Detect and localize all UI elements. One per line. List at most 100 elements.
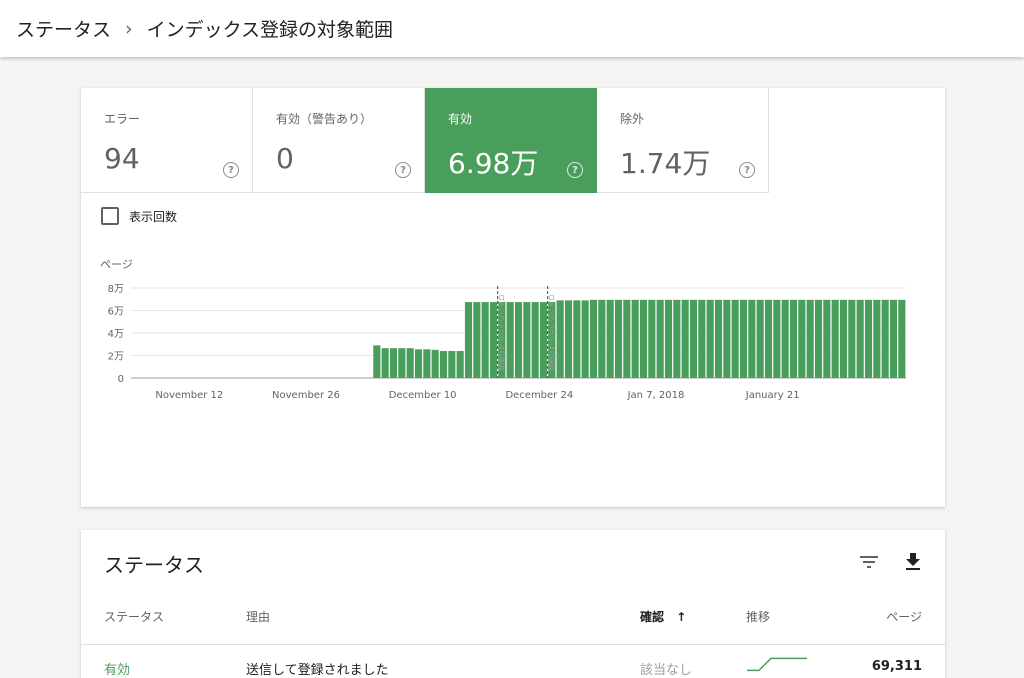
chart-bar[interactable]	[631, 299, 639, 378]
chart-bar[interactable]	[739, 299, 748, 378]
tile-label: エラー	[104, 112, 141, 126]
chart-bar[interactable]	[723, 299, 731, 378]
help-icon[interactable]: ?	[395, 162, 411, 178]
chart-bar[interactable]	[864, 299, 873, 378]
chart-bar[interactable]	[781, 299, 789, 378]
chart-bar[interactable]	[898, 299, 906, 378]
chart-bar[interactable]	[606, 299, 614, 378]
tile-excluded[interactable]: 除外 1.74万 ?	[597, 88, 769, 193]
x-tick-label: November 26	[272, 390, 340, 401]
chart-bar[interactable]	[414, 349, 423, 378]
filter-icon[interactable]	[857, 550, 881, 574]
chart-bar[interactable]	[423, 349, 431, 378]
sparkline-line	[747, 657, 807, 672]
chart-bar[interactable]	[714, 299, 723, 378]
chart-bar[interactable]	[681, 299, 689, 378]
chart-bar[interactable]	[523, 302, 531, 378]
help-icon[interactable]: ?	[739, 162, 755, 178]
chart-bar[interactable]	[698, 299, 706, 378]
impressions-label: 表示回数	[129, 209, 178, 224]
impressions-toggle[interactable]: 表示回数	[101, 207, 177, 225]
chart-bar[interactable]	[448, 351, 456, 378]
chart-bar[interactable]	[856, 299, 864, 378]
chart-bar[interactable]	[806, 299, 814, 378]
col-header-reason[interactable]: 理由	[246, 608, 270, 625]
chart-bar[interactable]	[639, 299, 648, 378]
col-header-trend[interactable]: 推移	[746, 608, 770, 625]
x-tick-label: December 10	[389, 390, 457, 401]
chart-bar[interactable]	[489, 302, 498, 378]
row-trend-sparkline	[747, 657, 807, 672]
chart-bar[interactable]	[431, 349, 439, 378]
chart-bar[interactable]	[381, 348, 389, 378]
chart-bar[interactable]	[531, 302, 539, 378]
chart-y-axis-label: ページ	[100, 258, 133, 271]
coverage-chart: ページ 0 2万 4万 6万 8万 ロギングシステムの更新 ロギングシステムの更新 Nov…	[100, 258, 906, 401]
row-reason[interactable]: 送信して登録されました	[246, 659, 389, 678]
chart-bar[interactable]	[456, 351, 464, 378]
chart-bar[interactable]	[798, 299, 806, 378]
chart-bar[interactable]	[731, 299, 739, 378]
tile-value: 1.74万	[620, 147, 711, 180]
chart-bar[interactable]	[623, 299, 631, 378]
chart-bar[interactable]	[889, 299, 898, 378]
chart-bar[interactable]	[564, 300, 573, 378]
chart-bar[interactable]	[589, 299, 598, 378]
chart-bar[interactable]	[473, 302, 481, 378]
breadcrumb-root[interactable]: ステータス	[16, 15, 111, 42]
chart-bar[interactable]	[406, 348, 414, 378]
top-bar: ステータス › インデックス登録の対象範囲	[0, 0, 1024, 57]
help-icon[interactable]: ?	[567, 162, 583, 178]
chart-bar[interactable]	[789, 299, 798, 378]
tile-error[interactable]: エラー 94 ?	[81, 88, 253, 193]
row-status[interactable]: 有効	[104, 659, 130, 678]
chart-bar[interactable]	[556, 300, 564, 378]
chart-bar[interactable]	[648, 299, 656, 378]
chart-bar[interactable]	[689, 299, 698, 378]
chart-bar[interactable]	[398, 348, 406, 378]
help-icon[interactable]: ?	[223, 162, 239, 178]
chart-bar[interactable]	[831, 299, 839, 378]
chart-bar[interactable]	[614, 299, 623, 378]
chart-bar[interactable]	[814, 299, 823, 378]
y-tick-label: 8万	[108, 284, 124, 295]
status-table-card: ステータス ステータス 理由 確認 ↑ 推移 ページ 有効 送信して登録されまし…	[81, 530, 945, 678]
chart-bar[interactable]	[506, 302, 514, 378]
chart-bar[interactable]	[664, 299, 673, 378]
tile-value: 94	[104, 142, 140, 175]
chart-bar[interactable]	[881, 299, 889, 378]
impressions-checkbox[interactable]	[101, 207, 119, 225]
chart-bar[interactable]	[673, 299, 681, 378]
chart-bar[interactable]	[656, 299, 664, 378]
tile-valid[interactable]: 有効 6.98万 ?	[425, 88, 597, 193]
chart-bar[interactable]	[748, 299, 756, 378]
y-tick-label: 6万	[108, 307, 124, 318]
chart-bar[interactable]	[439, 351, 448, 378]
chart-bar[interactable]	[848, 299, 856, 378]
tile-valid-with-warning[interactable]: 有効（警告あり） 0 ?	[253, 88, 425, 193]
download-icon[interactable]	[901, 550, 925, 574]
chart-bar[interactable]	[773, 299, 781, 378]
chart-bar[interactable]	[756, 299, 764, 378]
chart-bar[interactable]	[573, 300, 581, 378]
chart-bar[interactable]	[839, 299, 848, 378]
chart-bar[interactable]	[373, 345, 381, 378]
summary-card: エラー 94 ? 有効（警告あり） 0 ? 有効 6.98万 ? 除外 1.74…	[81, 88, 945, 507]
annotation-label: ロギングシステムの更新	[498, 294, 506, 372]
col-header-pages[interactable]: ページ	[886, 608, 922, 625]
chart-bar[interactable]	[764, 299, 773, 378]
col-header-status[interactable]: ステータス	[104, 608, 164, 625]
tile-label: 有効（警告あり）	[276, 112, 373, 126]
chart-bar[interactable]	[514, 302, 523, 378]
chart-bar[interactable]	[598, 299, 606, 378]
chart-bar[interactable]	[873, 299, 881, 378]
annotation-label: ロギングシステムの更新	[548, 294, 556, 372]
chart-bar[interactable]	[539, 302, 548, 378]
chart-bar[interactable]	[464, 302, 473, 378]
chart-bar[interactable]	[389, 348, 398, 378]
chart-bar[interactable]	[706, 299, 714, 378]
chart-bar[interactable]	[823, 299, 831, 378]
col-header-validation[interactable]: 確認 ↑	[640, 608, 686, 625]
chart-bar[interactable]	[481, 302, 489, 378]
chart-bar[interactable]	[581, 300, 589, 378]
